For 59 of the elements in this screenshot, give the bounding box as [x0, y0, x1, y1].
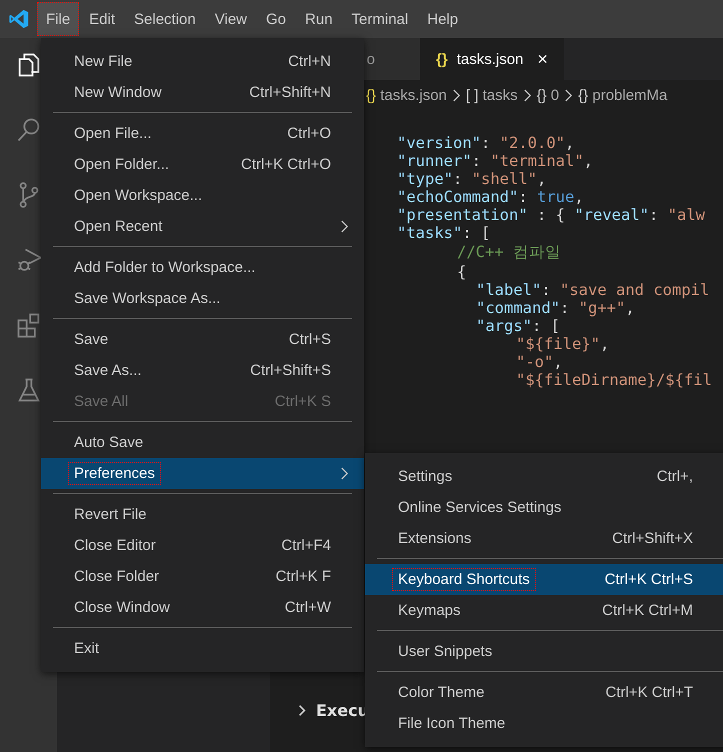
menu-item[interactable]: Save As... Ctrl+Shift+S	[41, 355, 364, 386]
chevron-right-icon	[564, 88, 574, 102]
menu-bar-item[interactable]: Help	[418, 2, 468, 36]
menu-item[interactable]: Open Workspace...	[41, 180, 364, 211]
menu-bar-item[interactable]: Run	[296, 2, 342, 36]
breadcrumb-item[interactable]: {} tasks.json	[366, 86, 447, 104]
code-line: "command": "g++",	[476, 299, 636, 317]
menu-bar-item[interactable]: Go	[257, 2, 296, 36]
code-line: "presentation" : { "reveal": "alw	[397, 206, 706, 224]
code-line: "-o",	[516, 353, 564, 371]
chevron-right-icon	[522, 88, 532, 102]
chevron-right-icon	[340, 466, 349, 481]
menu-item[interactable]: Open Folder... Ctrl+K Ctrl+O	[41, 149, 364, 180]
menu-item[interactable]: Online Services Settings	[365, 492, 723, 523]
code-editor-logo	[8, 8, 30, 30]
menu-item[interactable]: Close Editor Ctrl+F4	[41, 530, 364, 561]
code-line: "label": "save and compil	[476, 281, 710, 299]
chevron-right-icon[interactable]	[298, 704, 306, 717]
code-line: "${file}",	[516, 335, 610, 353]
menu-item[interactable]: Auto Save	[41, 427, 364, 458]
editor-tab[interactable]: {} tasks.json ×	[420, 38, 564, 80]
menu-item[interactable]: Add Folder to Workspace...	[41, 252, 364, 283]
menu-bar-item[interactable]: File	[37, 2, 80, 36]
code-line: //C++ 컴파일	[457, 242, 562, 263]
menu-item[interactable]: Exit	[41, 633, 364, 664]
menu-item[interactable]: Close Folder Ctrl+K F	[41, 561, 364, 592]
menu-item[interactable]: Keymaps Ctrl+K Ctrl+M	[365, 595, 723, 626]
menu-bar-item[interactable]: Edit	[80, 2, 124, 36]
breadcrumb-item[interactable]: {} 0	[536, 86, 560, 104]
breadcrumb-item[interactable]: [ ] tasks	[466, 86, 518, 104]
code-line: "args": [	[476, 317, 561, 335]
chevron-right-icon	[340, 219, 349, 234]
menu-bar-item[interactable]: Terminal	[342, 2, 418, 36]
chevron-right-icon	[452, 88, 461, 102]
menu-item[interactable]: Extensions Ctrl+Shift+X	[365, 523, 723, 554]
code-line: "echoCommand": true,	[397, 188, 585, 206]
menu-item[interactable]: Open File... Ctrl+O	[41, 118, 364, 149]
code-line: "version": "2.0.0",	[397, 134, 576, 152]
code-line: "tasks": [	[397, 224, 492, 242]
menu-item[interactable]: Keyboard Shortcuts Ctrl+K Ctrl+S	[365, 564, 723, 595]
menu-item[interactable]: Preferences	[41, 458, 364, 489]
menu-item[interactable]: Save Ctrl+S	[41, 324, 364, 355]
menu-item[interactable]: New Window Ctrl+Shift+N	[41, 77, 364, 108]
code-line: {	[457, 263, 468, 281]
code-line: "type": "shell",	[397, 170, 548, 188]
menu-item[interactable]: Save Workspace As...	[41, 283, 364, 314]
menu-item[interactable]: Color Theme Ctrl+K Ctrl+T	[365, 677, 723, 708]
menu-item[interactable]: User Snippets	[365, 636, 723, 667]
code-line: "runner": "terminal",	[397, 152, 594, 170]
menu-item[interactable]: Open Recent	[41, 211, 364, 242]
breadcrumb-item[interactable]: {} problemMa	[578, 86, 668, 104]
menu-item[interactable]: Close Window Ctrl+W	[41, 592, 364, 623]
menu-item[interactable]: Revert File	[41, 499, 364, 530]
menu-item[interactable]: File Icon Theme	[365, 708, 723, 739]
menu-item[interactable]: New File Ctrl+N	[41, 46, 364, 77]
menu-bar-item[interactable]: Selection	[125, 2, 205, 36]
menu-bar-item[interactable]: View	[206, 2, 256, 36]
menu-item[interactable]: Settings Ctrl+,	[365, 461, 723, 492]
code-line: "${fileDirname}/${fil	[516, 371, 713, 389]
